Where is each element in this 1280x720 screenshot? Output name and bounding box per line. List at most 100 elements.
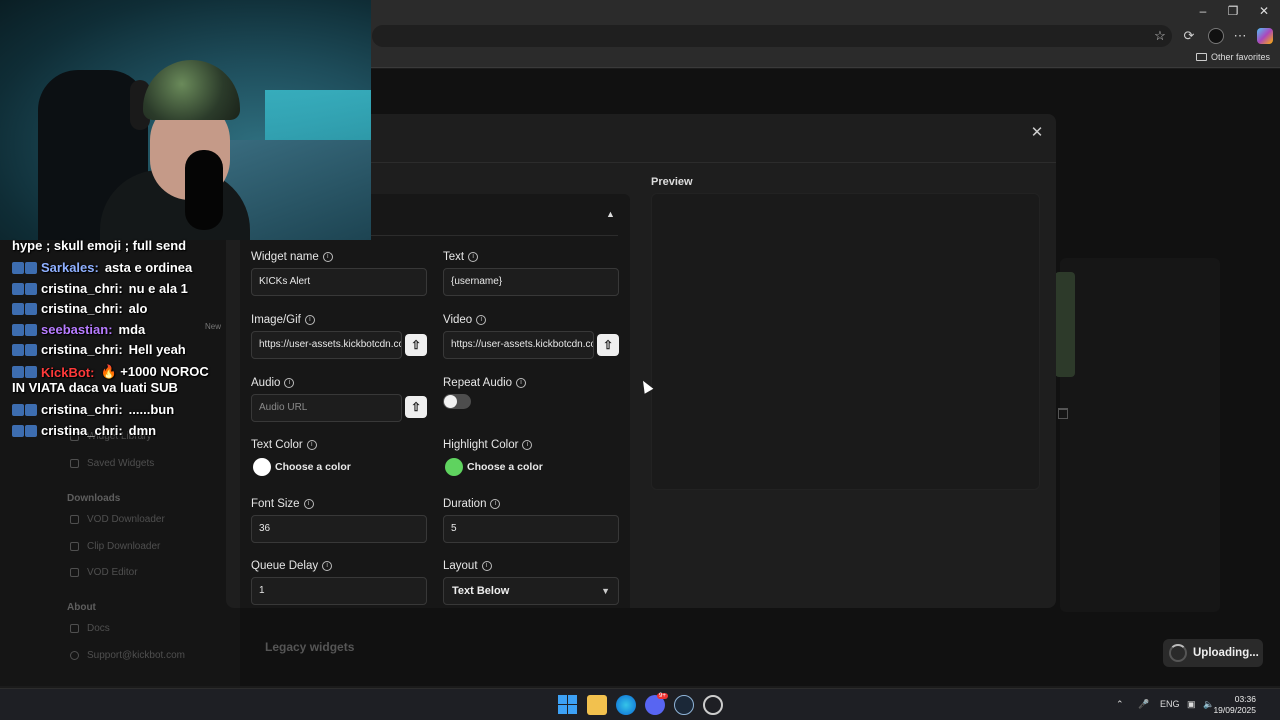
chevron-up-tray-icon[interactable]: ⌃ — [1116, 699, 1124, 710]
image-gif-label: Image/Gif i — [251, 314, 315, 326]
font-size-input[interactable]: 36 — [251, 515, 427, 543]
trash-icon[interactable] — [1058, 408, 1068, 419]
spinner-icon — [1169, 644, 1187, 662]
at-icon — [70, 651, 79, 660]
url-field[interactable] — [372, 25, 1172, 47]
sidebar-item-vod-downloader[interactable]: VOD Downloader — [70, 514, 165, 525]
info-icon[interactable]: i — [468, 252, 479, 262]
chat-badges-icon — [12, 424, 37, 437]
highlight-color-button[interactable]: Choose a color — [467, 461, 543, 473]
copilot-icon[interactable] — [1257, 28, 1273, 44]
microphone-icon[interactable]: 🎤 — [1138, 699, 1149, 710]
text-color-swatch[interactable] — [253, 458, 271, 476]
chat-badges-icon — [12, 403, 37, 416]
badge-icon — [25, 302, 37, 315]
sidebar-item-saved-widgets[interactable]: Saved Widgets — [70, 458, 154, 469]
chevron-up-icon[interactable]: ▲ — [606, 209, 615, 219]
sidebar-item-support[interactable]: Support@kickbot.com — [70, 650, 185, 661]
toggle-knob — [444, 395, 457, 408]
info-icon[interactable]: i — [306, 440, 317, 450]
chat-username: cristina_chri: — [41, 301, 123, 316]
chat-text: ......bun — [128, 402, 175, 417]
minimize-icon[interactable]: – — [1188, 2, 1218, 20]
chevron-down-icon: ▼ — [601, 586, 610, 596]
star-icon[interactable]: ☆ — [1152, 28, 1168, 44]
discord-badge: 9+ — [657, 693, 668, 699]
queue-delay-label: Queue Delay i — [251, 560, 333, 572]
clock[interactable]: 03:36 19/09/2025 — [1213, 694, 1256, 716]
info-icon[interactable]: i — [322, 561, 333, 571]
chat-message: Sarkales: asta e ordinea — [12, 260, 192, 275]
duration-input[interactable]: 5 — [443, 515, 619, 543]
language-indicator[interactable]: ENG — [1160, 699, 1180, 709]
network-icon[interactable]: ▣ — [1187, 699, 1196, 710]
audio-label: Audio i — [251, 377, 295, 389]
sidebar-item-clip-downloader[interactable]: Clip Downloader — [70, 541, 160, 552]
sidebar-heading-downloads: Downloads — [67, 493, 121, 504]
info-icon[interactable]: i — [516, 378, 527, 388]
chat-message: cristina_chri: dmn — [12, 423, 156, 438]
refresh-icon[interactable]: ⟳ — [1181, 28, 1197, 44]
more-menu-icon[interactable]: ⋯ — [1232, 28, 1248, 44]
queue-delay-input[interactable]: 1 — [251, 577, 427, 605]
background-thumbnail — [1055, 272, 1075, 377]
upload-audio-button[interactable]: ⇧ — [405, 396, 427, 418]
upload-video-button[interactable]: ⇧ — [597, 334, 619, 356]
webcam-microphone — [185, 150, 223, 230]
chat-message: seebastian: mda — [12, 322, 145, 337]
sidebar-heading-about: About — [67, 602, 96, 613]
info-icon[interactable]: i — [284, 378, 295, 388]
widget-name-input[interactable]: KICKs Alert — [251, 268, 427, 296]
close-window-icon[interactable]: ✕ — [1249, 2, 1279, 20]
restore-icon[interactable]: ❐ — [1218, 2, 1248, 20]
chat-badges-icon — [12, 323, 37, 336]
chat-badges-icon — [12, 343, 37, 356]
highlight-color-swatch[interactable] — [445, 458, 463, 476]
font-size-label: Font Size i — [251, 498, 314, 510]
image-url-input[interactable]: https://user-assets.kickbotcdn.com/ — [251, 331, 402, 359]
preview-label: Preview — [651, 176, 693, 188]
folder-icon — [1195, 53, 1207, 61]
video-url-input[interactable]: https://user-assets.kickbotcdn.com/ — [443, 331, 594, 359]
info-icon[interactable]: i — [322, 252, 333, 262]
saved-icon — [70, 459, 79, 468]
chat-badges-icon — [12, 261, 37, 274]
chat-text: mda — [118, 322, 146, 337]
repeat-audio-toggle[interactable] — [443, 394, 471, 409]
chat-username: seebastian: — [41, 322, 113, 337]
other-favorites[interactable]: Other favorites — [1195, 52, 1270, 62]
windows-start-icon[interactable] — [558, 695, 578, 715]
close-icon[interactable]: ✕ — [1030, 125, 1044, 140]
info-icon[interactable]: i — [522, 440, 533, 450]
chat-message: cristina_chri: ......bun — [12, 402, 174, 417]
info-icon[interactable]: i — [490, 499, 501, 509]
info-icon[interactable]: i — [476, 315, 487, 325]
chat-text: 🔥 +1000 NOROC — [100, 364, 209, 379]
audio-url-input[interactable]: Audio URL — [251, 394, 402, 422]
info-icon[interactable]: i — [481, 561, 492, 571]
info-icon[interactable]: i — [303, 499, 314, 509]
sidebar-item-docs[interactable]: Docs — [70, 623, 110, 634]
edit-icon — [70, 568, 79, 577]
chat-text: dmn — [128, 423, 157, 438]
video-label: Video i — [443, 314, 487, 326]
chat-badges-icon — [12, 282, 37, 295]
edge-browser-icon[interactable] — [616, 695, 636, 715]
file-explorer-icon[interactable] — [587, 695, 607, 715]
upload-image-button[interactable]: ⇧ — [405, 334, 427, 356]
profile-avatar[interactable] — [1208, 28, 1224, 44]
text-color-button[interactable]: Choose a color — [275, 461, 351, 473]
steam-icon[interactable] — [674, 695, 694, 715]
layout-label: Layout i — [443, 560, 492, 572]
obs-icon[interactable] — [703, 695, 723, 715]
chat-message: hype ; skull emoji ; full send — [12, 238, 186, 253]
text-input[interactable]: {username} — [443, 268, 619, 296]
sidebar-item-vod-editor[interactable]: VOD Editor — [70, 567, 138, 578]
chat-text: IN VIATA daca va luati SUB — [12, 380, 178, 395]
layout-select[interactable]: Text Below ▼ — [443, 577, 619, 605]
info-icon[interactable]: i — [304, 315, 315, 325]
download-icon — [70, 515, 79, 524]
badge-icon — [12, 366, 24, 378]
duration-label: Duration i — [443, 498, 501, 510]
chat-text: Hell yeah — [128, 342, 186, 357]
